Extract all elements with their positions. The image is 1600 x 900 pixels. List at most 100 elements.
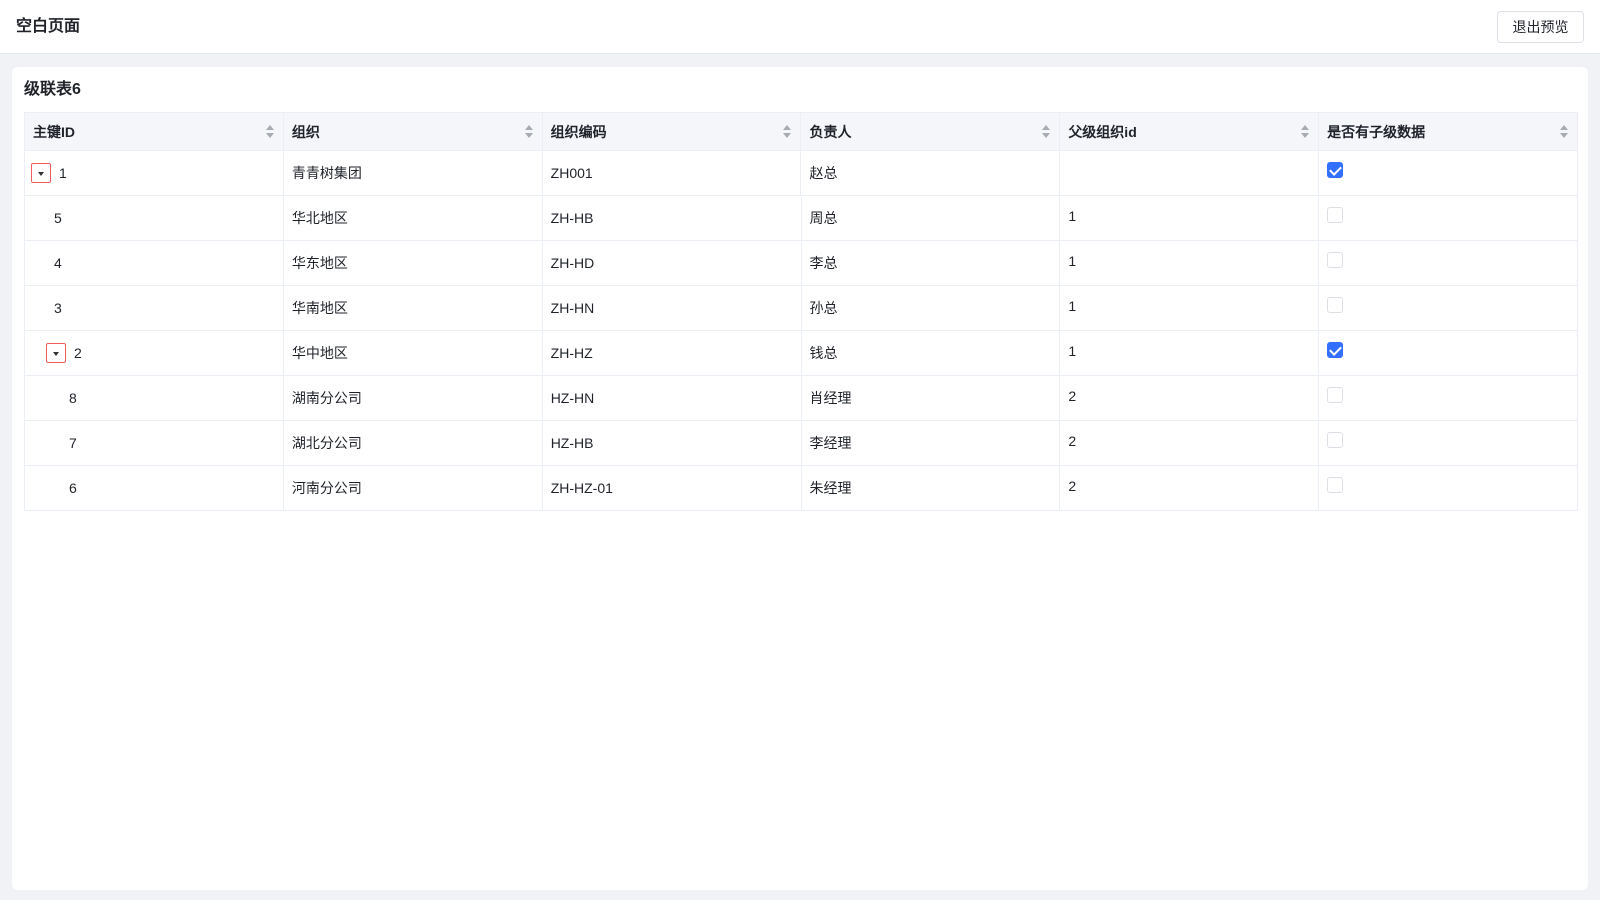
row-id: 3 xyxy=(54,300,62,316)
table-row[interactable]: 2 华中地区 ZH-HZ 钱总 1 xyxy=(25,331,1578,376)
cell-has-children xyxy=(1319,196,1578,240)
header-col-owner: 负责人 xyxy=(801,113,1061,151)
table-row[interactable]: 8 湖南分公司 HZ-HN 肖经理 2 xyxy=(25,376,1578,421)
checkbox-unchecked[interactable] xyxy=(1327,207,1344,223)
row-id: 1 xyxy=(59,165,67,181)
cell-parent-id: 2 xyxy=(1060,421,1320,465)
cell-owner: 钱总 xyxy=(802,331,1061,375)
table-title: 级联表6 xyxy=(24,81,81,98)
row-id: 2 xyxy=(74,345,82,361)
cell-owner: 李经理 xyxy=(802,421,1061,465)
cell-parent-id: 2 xyxy=(1060,466,1320,510)
row-id: 5 xyxy=(54,210,62,226)
sort-icon[interactable] xyxy=(1041,125,1051,139)
cell-id: 7 xyxy=(25,421,284,465)
column-header-label: 父级组织id xyxy=(1068,124,1137,140)
row-id: 4 xyxy=(54,255,62,271)
cell-parent-id: 1 xyxy=(1060,286,1320,330)
checkbox-unchecked[interactable] xyxy=(1327,297,1344,313)
row-id: 8 xyxy=(69,390,77,406)
table-row[interactable]: 6 河南分公司 ZH-HZ-01 朱经理 2 xyxy=(25,466,1578,511)
table-row[interactable]: 1 青青树集团 ZH001 赵总 xyxy=(25,151,1578,196)
header-col-parent-id: 父级组织id xyxy=(1060,113,1320,151)
cell-org: 华中地区 xyxy=(284,331,543,375)
cell-owner: 李总 xyxy=(802,241,1061,285)
cell-code: ZH-HB xyxy=(543,196,802,240)
cell-id: 4 xyxy=(25,241,284,285)
cell-id: 6 xyxy=(25,466,284,510)
column-header-label: 负责人 xyxy=(809,124,852,140)
cell-owner: 肖经理 xyxy=(802,376,1061,420)
cell-has-children xyxy=(1319,151,1578,195)
content-card: 级联表6 主键ID 组织 组织编码 负责人 父级组织id 是否有子级数据 1 青青树集团 ZH… xyxy=(12,67,1588,890)
cell-parent-id: 1 xyxy=(1060,241,1320,285)
cell-org: 湖北分公司 xyxy=(284,421,543,465)
cell-has-children xyxy=(1319,241,1578,285)
cell-code: ZH-HZ-01 xyxy=(543,466,802,510)
cell-org: 华东地区 xyxy=(284,241,543,285)
cell-org: 青青树集团 xyxy=(284,151,543,195)
cell-owner: 孙总 xyxy=(802,286,1061,330)
cell-code: ZH-HN xyxy=(543,286,802,330)
cell-org: 华北地区 xyxy=(284,196,543,240)
column-header-label: 组织编码 xyxy=(550,124,607,140)
sort-icon[interactable] xyxy=(524,125,534,139)
cell-parent-id: 1 xyxy=(1060,196,1320,240)
header-col-code: 组织编码 xyxy=(543,113,802,151)
checkbox-unchecked[interactable] xyxy=(1327,252,1344,268)
cell-code: ZH001 xyxy=(543,151,802,195)
cell-id: 2 xyxy=(25,331,284,375)
checkbox-checked[interactable] xyxy=(1327,342,1344,358)
row-id: 6 xyxy=(69,480,77,496)
header-col-id: 主键ID xyxy=(25,113,284,151)
cell-has-children xyxy=(1319,466,1578,510)
table-header: 主键ID 组织 组织编码 负责人 父级组织id 是否有子级数据 xyxy=(25,112,1578,151)
cell-owner: 朱经理 xyxy=(802,466,1061,510)
page-title: 空白页面 xyxy=(16,18,81,35)
cell-code: ZH-HD xyxy=(543,241,802,285)
checkbox-unchecked[interactable] xyxy=(1327,387,1344,403)
cell-owner: 赵总 xyxy=(801,151,1061,195)
column-header-label: 主键ID xyxy=(33,124,75,140)
cell-parent-id: 1 xyxy=(1060,331,1320,375)
cell-code: ZH-HZ xyxy=(543,331,802,375)
expand-toggle-icon[interactable] xyxy=(31,163,51,183)
cell-org: 河南分公司 xyxy=(284,466,543,510)
exit-preview-button[interactable]: 退出预览 xyxy=(1497,11,1584,43)
cell-org: 华南地区 xyxy=(284,286,543,330)
sort-icon[interactable] xyxy=(782,125,792,139)
table-row[interactable]: 3 华南地区 ZH-HN 孙总 1 xyxy=(25,286,1578,331)
row-id: 7 xyxy=(69,435,77,451)
table-row[interactable]: 7 湖北分公司 HZ-HB 李经理 2 xyxy=(25,421,1578,466)
checkbox-unchecked[interactable] xyxy=(1327,477,1344,493)
cell-has-children xyxy=(1319,421,1578,465)
sort-icon[interactable] xyxy=(1559,125,1569,139)
cell-code: HZ-HN xyxy=(543,376,802,420)
cell-org: 湖南分公司 xyxy=(284,376,543,420)
cascade-table: 主键ID 组织 组织编码 负责人 父级组织id 是否有子级数据 1 青青树集团 ZH001 赵总… xyxy=(24,112,1578,511)
cell-has-children xyxy=(1319,286,1578,330)
cell-parent-id: 2 xyxy=(1060,376,1320,420)
column-header-label: 是否有子级数据 xyxy=(1327,124,1426,140)
cell-parent-id xyxy=(1060,151,1320,195)
cell-has-children xyxy=(1319,376,1578,420)
cell-owner: 周总 xyxy=(802,196,1061,240)
header-col-has-children: 是否有子级数据 xyxy=(1319,113,1578,151)
checkbox-unchecked[interactable] xyxy=(1327,432,1344,448)
expand-toggle-icon[interactable] xyxy=(46,343,66,363)
sort-icon[interactable] xyxy=(1300,125,1310,139)
table-row[interactable]: 5 华北地区 ZH-HB 周总 1 xyxy=(25,196,1578,241)
cell-id: 3 xyxy=(25,286,284,330)
checkbox-checked[interactable] xyxy=(1327,162,1344,178)
sort-icon[interactable] xyxy=(265,125,275,139)
table-row[interactable]: 4 华东地区 ZH-HD 李总 1 xyxy=(25,241,1578,286)
cell-id: 1 xyxy=(25,151,284,195)
table-body: 1 青青树集团 ZH001 赵总 5 华北地区 ZH-HB 周总 1 4 华东地区 ZH-HD 李总 1 3… xyxy=(25,151,1578,511)
cell-id: 5 xyxy=(25,196,284,240)
header-col-org: 组织 xyxy=(284,113,543,151)
cell-code: HZ-HB xyxy=(543,421,802,465)
top-bar: 空白页面 退出预览 xyxy=(0,0,1600,54)
cell-has-children xyxy=(1319,331,1578,375)
column-header-label: 组织 xyxy=(291,124,320,140)
cell-id: 8 xyxy=(25,376,284,420)
